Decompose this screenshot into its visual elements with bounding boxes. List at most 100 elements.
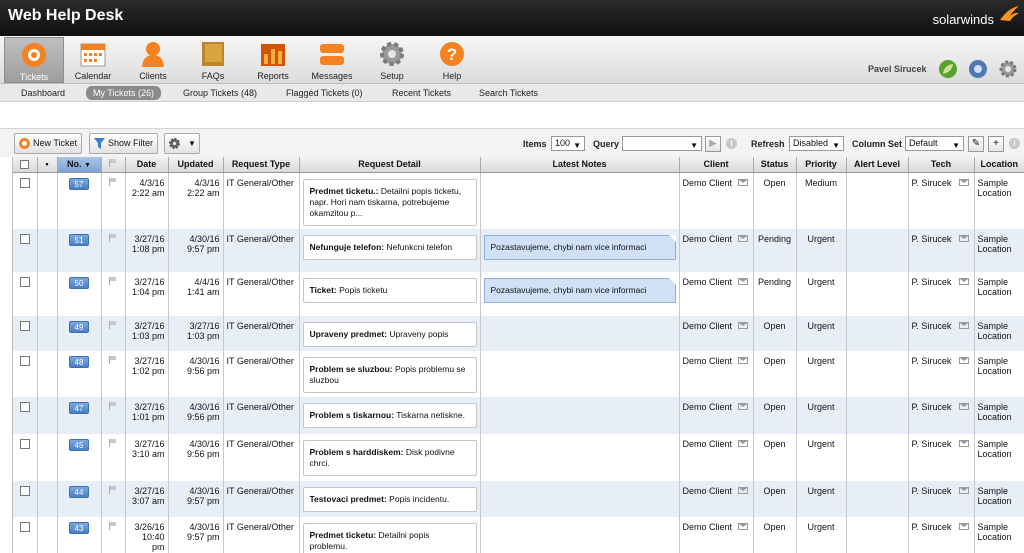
column-header-alert-level[interactable]: Alert Level	[846, 157, 909, 173]
column-header-no[interactable]: No. ▼	[57, 157, 102, 173]
table-row[interactable]: 49 3/27/16 1:03 pm 3/27/16 1:03 pm IT General…	[13, 316, 1024, 351]
ticket-number-link[interactable]: 44	[69, 486, 89, 498]
items-select[interactable]: 100 ▼	[551, 136, 585, 151]
request-detail-box[interactable]: Testovaci predmet: Popis incidentu.	[302, 487, 477, 512]
flag-icon[interactable]	[108, 321, 118, 329]
column-header-latest-notes[interactable]: Latest Notes	[480, 157, 680, 173]
request-detail-box[interactable]: Nefunguje telefon: Nefunkcni telefon	[302, 235, 477, 260]
table-row[interactable]: 44 3/27/16 3:07 am 4/30/16 9:57 pm IT General…	[13, 481, 1024, 517]
column-header-location[interactable]: Location	[974, 157, 1024, 173]
column-header-priority[interactable]: Priority	[796, 157, 847, 173]
mail-icon[interactable]	[737, 487, 748, 494]
mail-icon[interactable]	[737, 523, 748, 530]
row-checkbox[interactable]	[19, 402, 30, 412]
mail-icon[interactable]	[958, 440, 969, 447]
options-menu-button[interactable]: ▼	[164, 133, 200, 154]
client-name[interactable]: Demo Client	[683, 321, 733, 331]
ticket-number-link[interactable]: 50	[69, 277, 89, 289]
settings-gear-icon[interactable]	[998, 59, 1018, 79]
tab-flagged-tickets[interactable]: Flagged Tickets (0)	[279, 86, 370, 100]
request-detail-box[interactable]: Predmet ticketu: Detailni popis problemu…	[302, 523, 477, 553]
table-row[interactable]: 51 3/27/16 1:08 pm 4/30/16 9:57 pm IT General…	[13, 229, 1024, 272]
ticket-number-link[interactable]: 49	[69, 321, 89, 333]
flag-icon[interactable]	[108, 234, 118, 242]
row-checkbox[interactable]	[19, 234, 30, 244]
select-all-checkbox[interactable]	[20, 160, 30, 170]
nav-tickets[interactable]: Tickets	[4, 37, 64, 83]
table-row[interactable]: 57 4/3/16 2:22 am 4/3/16 2:22 am IT General/O…	[13, 172, 1024, 229]
globe-icon[interactable]	[968, 59, 988, 79]
latest-note[interactable]: Pozastavujeme, chybi nam vice informaci	[483, 235, 676, 260]
dot-column-header[interactable]: •	[37, 157, 58, 173]
row-checkbox[interactable]	[19, 277, 30, 287]
ticket-number-link[interactable]: 57	[69, 177, 89, 190]
nav-calendar[interactable]: Calendar	[63, 37, 123, 83]
table-row[interactable]: 43 3/26/16 10:40 pm 4/30/16 9:57 pm IT Genera…	[13, 517, 1024, 553]
client-name[interactable]: Demo Client	[683, 522, 733, 532]
column-header-status[interactable]: Status	[753, 157, 797, 173]
tech-name[interactable]: P. Sirucek	[912, 402, 952, 412]
tech-name[interactable]: P. Sirucek	[912, 321, 952, 331]
client-name[interactable]: Demo Client	[683, 486, 733, 496]
tech-name[interactable]: P. Sirucek	[912, 486, 952, 496]
column-header-client[interactable]: Client	[679, 157, 754, 173]
request-detail-box[interactable]: Upraveny predmet: Upraveny popis	[302, 322, 477, 347]
client-name[interactable]: Demo Client	[683, 439, 733, 449]
client-name[interactable]: Demo Client	[683, 356, 733, 366]
query-select[interactable]: ▼	[622, 136, 702, 151]
flag-icon[interactable]	[108, 439, 118, 447]
row-checkbox[interactable]	[19, 177, 30, 188]
tech-name[interactable]: P. Sirucek	[912, 356, 952, 366]
mail-icon[interactable]	[737, 403, 748, 410]
flag-icon[interactable]	[108, 356, 118, 364]
tech-name[interactable]: P. Sirucek	[912, 439, 952, 449]
mail-icon[interactable]	[737, 322, 748, 329]
flag-icon[interactable]	[108, 177, 118, 186]
mail-icon[interactable]	[958, 403, 969, 410]
show-filter-button[interactable]: Show Filter	[89, 133, 159, 154]
column-header-updated[interactable]: Updated	[168, 157, 224, 173]
table-row[interactable]: 45 3/27/16 3:10 am 4/30/16 9:56 pm IT General…	[13, 434, 1024, 481]
info-icon[interactable]: i	[726, 138, 737, 149]
flag-icon[interactable]	[108, 486, 118, 494]
tech-name[interactable]: P. Sirucek	[912, 522, 952, 532]
table-row[interactable]: 48 3/27/16 1:02 pm 4/30/16 9:56 pm IT General…	[13, 351, 1024, 397]
nav-help[interactable]: ? Help	[422, 37, 482, 83]
row-checkbox[interactable]	[19, 439, 30, 449]
mail-icon[interactable]	[737, 357, 748, 364]
row-checkbox[interactable]	[19, 522, 30, 532]
mail-icon[interactable]	[958, 178, 969, 186]
row-checkbox[interactable]	[19, 486, 30, 496]
info-icon[interactable]: i	[1009, 138, 1020, 149]
mail-icon[interactable]	[737, 178, 748, 186]
request-detail-box[interactable]: Problem se sluzbou: Popis problemu se sl…	[302, 357, 477, 393]
ticket-number-link[interactable]: 45	[69, 439, 89, 451]
tech-name[interactable]: P. Sirucek	[912, 178, 952, 188]
nav-reports[interactable]: Reports	[243, 37, 303, 83]
client-name[interactable]: Demo Client	[683, 178, 733, 188]
client-name[interactable]: Demo Client	[683, 402, 733, 412]
nav-setup[interactable]: Setup	[362, 37, 422, 83]
ticket-number-link[interactable]: 43	[69, 522, 89, 534]
refresh-select[interactable]: Disabled ▼	[789, 136, 844, 151]
ticket-number-link[interactable]: 48	[69, 356, 89, 368]
row-checkbox[interactable]	[19, 356, 30, 366]
column-header-request-detail[interactable]: Request Detail	[299, 157, 481, 173]
request-detail-box[interactable]: Problem s tiskarnou: Tiskarna netiskne.	[302, 403, 477, 428]
mail-icon[interactable]	[958, 523, 969, 530]
nav-messages[interactable]: Messages	[302, 37, 362, 83]
flag-icon[interactable]	[108, 277, 118, 285]
flag-icon[interactable]	[108, 522, 118, 530]
ticket-number-link[interactable]: 51	[69, 234, 89, 246]
latest-note[interactable]: Pozastavujeme, chybi nam vice informaci	[483, 278, 676, 303]
tab-dashboard[interactable]: Dashboard	[14, 86, 72, 100]
flag-icon[interactable]	[108, 402, 118, 410]
tab-search-tickets[interactable]: Search Tickets	[472, 86, 545, 100]
request-detail-box[interactable]: Ticket: Popis ticketu	[302, 278, 477, 303]
flag-column-header[interactable]	[101, 157, 126, 173]
tab-recent-tickets[interactable]: Recent Tickets	[385, 86, 458, 100]
column-set-select[interactable]: Default ▼	[905, 136, 964, 151]
mail-icon[interactable]	[958, 278, 969, 285]
tab-group-tickets[interactable]: Group Tickets (48)	[176, 86, 264, 100]
mail-icon[interactable]	[958, 235, 969, 242]
